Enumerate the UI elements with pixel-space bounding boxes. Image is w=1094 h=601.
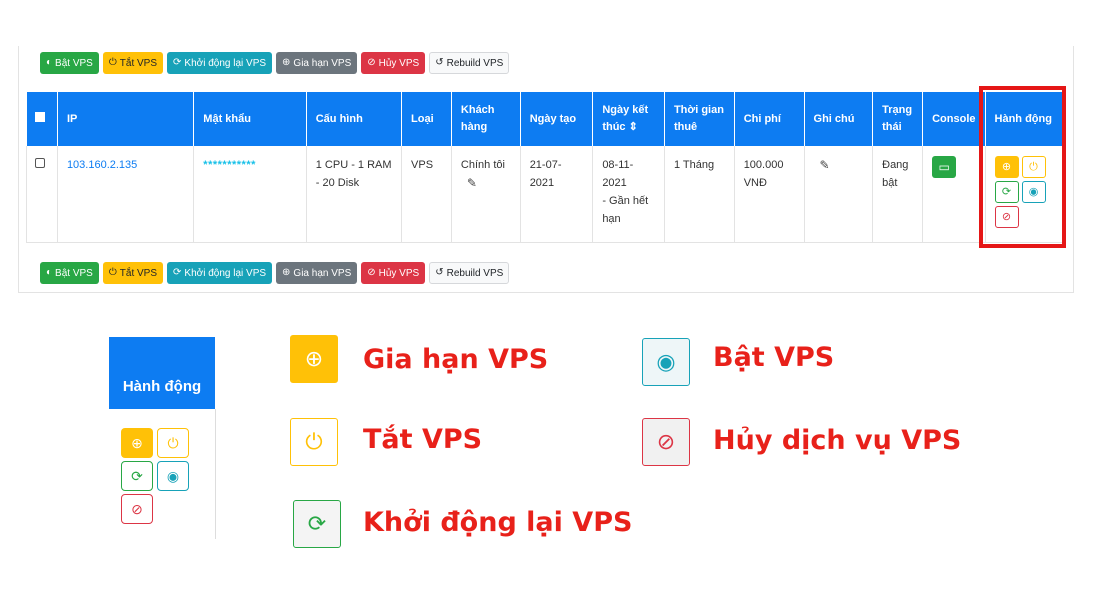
toolbar-bottom: ◐ Bật VPS ⏻ Tắt VPS ⟳ Khởi động lại VPS ⊕ Gi…	[40, 262, 510, 284]
refresh-icon: ⟳	[131, 467, 143, 484]
power-icon: ⏻	[167, 434, 179, 451]
stop-circle-icon: ◉	[166, 467, 180, 484]
duration-cell: 1 Tháng	[664, 146, 735, 243]
legend-turn-on-button: ◉	[157, 461, 189, 491]
header-note[interactable]: Ghi chú	[804, 92, 874, 146]
turn-on-vps-button[interactable]: ◐ Bật VPS	[40, 52, 99, 74]
legend-label-cancel: Hủy dịch vụ VPS	[713, 425, 962, 456]
console-button[interactable]: ▭	[932, 156, 957, 178]
header-customer[interactable]: Khách hàng	[451, 92, 521, 146]
refresh-icon: ⟳	[173, 267, 182, 278]
restart-vps-button[interactable]: ⟳ Khởi động lại VPS	[167, 262, 273, 284]
renew-vps-button[interactable]: ⊕ Gia hạn VPS	[276, 52, 358, 74]
password-cell: ***********	[193, 146, 307, 243]
header-duration[interactable]: Thời gian thuê	[664, 92, 735, 146]
row-select-cell	[26, 146, 58, 243]
legend-label-power-off: Tắt VPS	[363, 424, 483, 455]
customer-cell: Chính tôi ✎	[451, 146, 521, 243]
cancel-vps-button[interactable]: ⊘ Hủy VPS	[361, 52, 426, 74]
ban-icon: ⊘	[131, 500, 143, 517]
legend-ban-icon: ⊘	[642, 418, 690, 466]
plus-circle-icon: ⊕	[282, 57, 291, 68]
legend-label-restart: Khởi động lại VPS	[363, 507, 633, 538]
legend-renew-button: ⊕	[121, 428, 153, 458]
header-status[interactable]: Trạng thái	[872, 92, 924, 146]
edit-icon[interactable]: ✎	[467, 174, 477, 192]
cost-cell: 100.000 VNĐ	[734, 146, 805, 243]
rebuild-vps-button[interactable]: ↺ Rebuild VPS	[429, 52, 510, 74]
ip-cell: 103.160.2.135	[57, 146, 195, 243]
legend-plus-circle-icon: ⊕	[290, 335, 338, 383]
header-created[interactable]: Ngày tạo	[520, 92, 594, 146]
select-all-checkbox[interactable]	[34, 111, 45, 122]
row-checkbox[interactable]	[35, 158, 45, 168]
header-console[interactable]: Console	[922, 92, 986, 146]
end-date-value: 08-11-2021	[602, 159, 634, 189]
monitor-icon: ▭	[938, 160, 950, 174]
turn-off-vps-button[interactable]: ⏻ Tắt VPS	[102, 52, 164, 74]
table-header-row: IP Mật khẩu Cấu hình Loại Khách hàng Ngà…	[26, 92, 1062, 146]
renew-vps-button[interactable]: ⊕ Gia hạn VPS	[276, 262, 358, 284]
ip-link[interactable]: 103.160.2.135	[67, 159, 137, 171]
plus-circle-icon: ⊕	[282, 267, 291, 278]
legend-power-icon: ⏻	[290, 418, 338, 466]
legend-action-buttons: ⊕ ⏻ ⟳ ◉ ⊘	[121, 428, 189, 524]
edit-note-icon[interactable]: ✎	[820, 156, 830, 174]
header-cost[interactable]: Chi phí	[734, 92, 805, 146]
ban-icon: ⊘	[367, 267, 376, 278]
console-cell: ▭	[922, 146, 986, 243]
legend-label-renew: Gia hạn VPS	[363, 344, 549, 375]
header-end-date-label: Ngày kết thúc	[602, 104, 649, 133]
toggle-icon: ◐	[46, 267, 53, 278]
legend-restart-button: ⟳	[121, 461, 153, 491]
note-cell: ✎	[804, 146, 874, 243]
history-icon: ↺	[435, 57, 444, 68]
legend-refresh-icon: ⟳	[293, 500, 341, 548]
select-all-header[interactable]	[26, 92, 58, 146]
vps-table: IP Mật khẩu Cấu hình Loại Khách hàng Ngà…	[26, 92, 1062, 243]
header-password[interactable]: Mật khẩu	[193, 92, 307, 146]
config-cell: 1 CPU - 1 RAM - 20 Disk	[306, 146, 403, 243]
table-row: 103.160.2.135 *********** 1 CPU - 1 RAM …	[26, 146, 1062, 243]
rebuild-vps-button[interactable]: ↺ Rebuild VPS	[429, 262, 510, 284]
ban-icon: ⊘	[367, 57, 376, 68]
toggle-icon: ◐	[46, 57, 53, 68]
status-cell: Đang bật	[872, 146, 924, 243]
header-ip[interactable]: IP	[57, 92, 195, 146]
customer-value: Chính tôi	[460, 159, 505, 171]
turn-off-vps-button[interactable]: ⏻ Tắt VPS	[102, 262, 164, 284]
legend-column-header: Hành động	[109, 337, 215, 409]
expiry-warning: - Gần hết hạn	[602, 195, 649, 225]
restart-vps-button[interactable]: ⟳ Khởi động lại VPS	[167, 52, 273, 74]
end-date-cell: 08-11-2021 - Gần hết hạn	[592, 146, 665, 243]
turn-on-vps-button[interactable]: ◐ Bật VPS	[40, 262, 99, 284]
created-cell: 21-07-2021	[520, 146, 594, 243]
legend-power-button: ⏻	[157, 428, 189, 458]
password-value[interactable]: ***********	[203, 159, 256, 171]
legend-cancel-button: ⊘	[121, 494, 153, 524]
actions-highlight-box	[979, 86, 1066, 248]
refresh-icon: ⟳	[173, 57, 182, 68]
header-end-date[interactable]: Ngày kết thúc ⇕	[592, 92, 665, 146]
power-icon: ⏻	[108, 57, 117, 68]
legend-stop-circle-icon: ◉	[642, 338, 690, 386]
sort-icon[interactable]: ⇕	[629, 121, 638, 133]
plus-circle-icon: ⊕	[131, 434, 143, 451]
toolbar-top: ◐ Bật VPS ⏻ Tắt VPS ⟳ Khởi động lại VPS ⊕ Gi…	[40, 52, 510, 74]
history-icon: ↺	[435, 267, 444, 278]
power-icon: ⏻	[108, 267, 117, 278]
legend-label-turn-on: Bật VPS	[713, 342, 835, 373]
header-config[interactable]: Cấu hình	[306, 92, 403, 146]
type-cell: VPS	[401, 146, 452, 243]
header-type[interactable]: Loại	[401, 92, 452, 146]
cancel-vps-button[interactable]: ⊘ Hủy VPS	[361, 262, 426, 284]
